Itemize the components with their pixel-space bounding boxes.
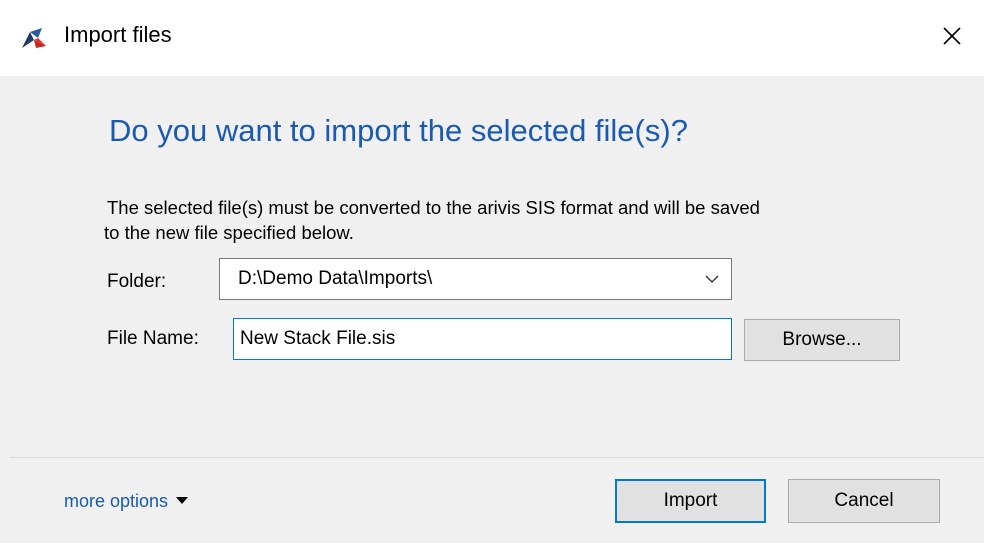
description-line-2: to the new file specified below. [104,222,354,243]
arivis-logo-icon [20,26,48,50]
title-bar: Import files [0,0,984,76]
folder-dropdown[interactable]: D:\Demo Data\Imports\ [219,258,732,300]
chevron-down-icon[interactable] [703,270,721,288]
browse-button[interactable]: Browse... [744,319,900,361]
cancel-button[interactable]: Cancel [788,479,940,523]
window-left-edge [0,76,10,543]
filename-value: New Stack File.sis [240,328,396,349]
close-button[interactable] [920,0,984,76]
folder-label: Folder: [107,271,167,292]
filename-field[interactable]: New Stack File.sis [233,318,732,360]
window-title: Import files [64,22,172,47]
caret-down-icon[interactable] [176,496,189,504]
description-line-1: The selected file(s) must be converted t… [107,197,760,218]
import-button[interactable]: Import [615,479,766,523]
more-options-link[interactable]: more options [64,491,189,512]
more-options-label[interactable]: more options [64,491,168,511]
filename-label: File Name: [107,328,199,349]
folder-value: D:\Demo Data\Imports\ [238,268,433,289]
dialog-heading: Do you want to import the selected file(… [109,113,688,148]
close-icon[interactable] [942,26,962,51]
import-files-dialog: Import files Do you want to import the s… [0,0,984,543]
